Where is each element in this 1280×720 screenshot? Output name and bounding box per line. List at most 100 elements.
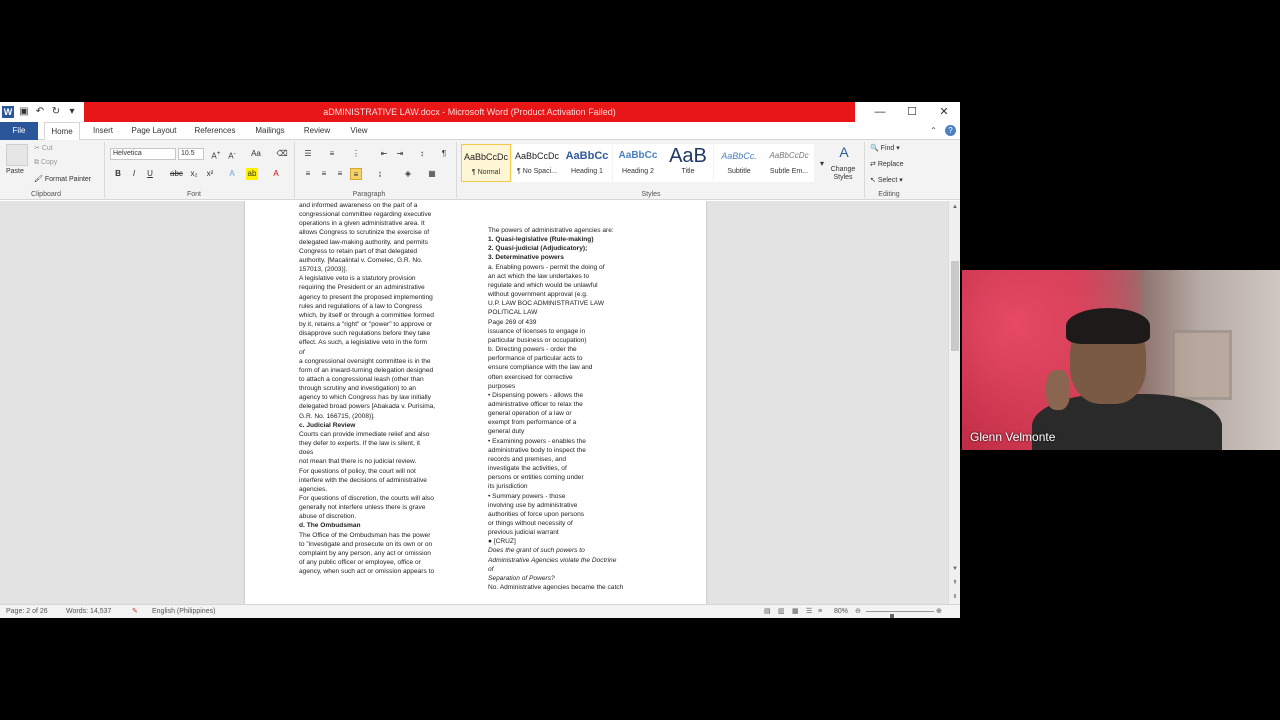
replace-button[interactable]: ⇄ Replace bbox=[870, 160, 904, 168]
font-name-dropdown[interactable]: Helvetica bbox=[110, 148, 176, 160]
change-case-icon[interactable]: Aa bbox=[250, 148, 262, 160]
increase-indent-icon[interactable]: ⇥ bbox=[394, 148, 406, 160]
document-line: of bbox=[488, 565, 494, 573]
bullets-icon[interactable]: ☰ bbox=[302, 148, 314, 160]
document-line: 157013, (2003)]. bbox=[299, 266, 348, 274]
document-line: c. Judicial Review bbox=[299, 421, 356, 429]
zoom-slider-thumb[interactable] bbox=[890, 614, 894, 618]
style-subtle-emphasis[interactable]: AaBbCcDc Subtle Em... bbox=[764, 144, 814, 182]
zoom-in-icon[interactable]: ⊕ bbox=[936, 605, 942, 618]
sort-icon[interactable]: ↕ bbox=[416, 148, 428, 160]
align-center-icon[interactable]: ≡ bbox=[318, 168, 330, 180]
zoom-out-icon[interactable]: ⊖ bbox=[855, 605, 861, 618]
document-area[interactable]: and informed awareness on the part of a c… bbox=[0, 201, 948, 604]
tab-view[interactable]: View bbox=[344, 122, 374, 140]
document-page[interactable]: and informed awareness on the part of a c… bbox=[245, 201, 706, 604]
web-layout-icon[interactable]: ▦ bbox=[792, 605, 799, 618]
style-no-spacing[interactable]: AaBbCcDc ¶ No Spaci... bbox=[512, 144, 562, 182]
tab-file[interactable]: File bbox=[0, 122, 38, 140]
font-size-dropdown[interactable]: 10.5 bbox=[178, 148, 204, 160]
cut-button[interactable]: ✂ Cut bbox=[34, 144, 53, 152]
style-heading-1[interactable]: AaBbCc Heading 1 bbox=[562, 144, 612, 182]
collapse-ribbon-icon[interactable]: ⌃ bbox=[928, 125, 939, 136]
minimize-button[interactable]: — bbox=[864, 102, 896, 122]
paste-icon[interactable] bbox=[6, 144, 28, 166]
underline-icon[interactable]: U bbox=[144, 168, 156, 180]
shading-icon[interactable]: ◈ bbox=[402, 168, 414, 180]
highlight-icon[interactable]: ab bbox=[246, 168, 258, 180]
tab-mailings[interactable]: Mailings bbox=[250, 122, 290, 140]
scroll-down-icon[interactable]: ▼ bbox=[951, 565, 959, 573]
scroll-thumb[interactable] bbox=[951, 261, 959, 351]
word-count[interactable]: Words: 14,537 bbox=[66, 605, 111, 618]
format-painter-button[interactable]: 🖌 Format Painter bbox=[34, 175, 91, 183]
style-name: Subtitle bbox=[727, 168, 751, 175]
decrease-indent-icon[interactable]: ⇤ bbox=[378, 148, 390, 160]
previous-page-icon[interactable]: ⇞ bbox=[951, 579, 959, 587]
show-formatting-icon[interactable]: ¶ bbox=[438, 148, 450, 160]
document-right-column: The powers of administrative agencies ar… bbox=[488, 226, 652, 592]
full-screen-reading-icon[interactable]: ▥ bbox=[778, 605, 785, 618]
style-subtitle[interactable]: AaBbCc. Subtitle bbox=[714, 144, 764, 182]
change-styles-button[interactable]: Change Styles bbox=[826, 166, 860, 182]
zoom-level[interactable]: 80% bbox=[834, 605, 848, 618]
outline-icon[interactable]: ☰ bbox=[806, 605, 812, 618]
style-heading-2[interactable]: AaBbCc Heading 2 bbox=[613, 144, 663, 182]
justify-icon[interactable]: ≡ bbox=[350, 168, 362, 180]
copy-label: Copy bbox=[40, 159, 58, 166]
participant-name: Glenn Velmonte bbox=[970, 430, 1056, 444]
vertical-scrollbar[interactable]: ▲ ▼ ⇞ ⇟ bbox=[948, 201, 960, 604]
bold-icon[interactable]: B bbox=[112, 168, 124, 180]
language-indicator[interactable]: English (Philippines) bbox=[152, 605, 215, 618]
tab-references[interactable]: References bbox=[190, 122, 240, 140]
tab-insert[interactable]: Insert bbox=[88, 122, 118, 140]
font-color-icon[interactable]: A bbox=[270, 168, 282, 180]
document-line: agency to present the proposed implement… bbox=[299, 293, 433, 301]
paste-button[interactable]: Paste bbox=[6, 168, 30, 175]
redo-icon[interactable]: ↻ bbox=[50, 106, 62, 118]
subscript-icon[interactable]: x₂ bbox=[188, 168, 200, 180]
video-tile[interactable]: Glenn Velmonte bbox=[962, 270, 1280, 450]
grow-font-icon[interactable]: A+ bbox=[210, 148, 222, 161]
participant-hand bbox=[1046, 370, 1070, 410]
clipboard-group-label: Clipboard bbox=[31, 191, 61, 198]
find-button[interactable]: 🔍 Find ▾ bbox=[870, 144, 900, 152]
close-button[interactable]: ✕ bbox=[928, 102, 960, 122]
italic-icon[interactable]: I bbox=[128, 168, 140, 180]
numbering-icon[interactable]: ≡ bbox=[326, 148, 338, 160]
line-spacing-icon[interactable]: ↨ bbox=[374, 168, 386, 180]
draft-icon[interactable]: ≡ bbox=[818, 605, 822, 618]
style-normal[interactable]: AaBbCcDc ¶ Normal bbox=[461, 144, 511, 182]
document-line: or things without necessity of bbox=[488, 520, 573, 527]
scroll-up-icon[interactable]: ▲ bbox=[951, 203, 959, 211]
select-button[interactable]: ↖ Select ▾ bbox=[870, 176, 903, 184]
strikethrough-icon[interactable]: abc bbox=[170, 168, 183, 180]
undo-icon[interactable]: ↶ bbox=[34, 106, 46, 118]
help-icon[interactable]: ? bbox=[945, 125, 956, 136]
customize-qat-icon[interactable]: ▾ bbox=[66, 106, 78, 118]
document-line: does bbox=[299, 449, 314, 457]
zoom-slider[interactable] bbox=[866, 611, 934, 618]
align-right-icon[interactable]: ≡ bbox=[334, 168, 346, 180]
page-indicator[interactable]: Page: 2 of 26 bbox=[6, 605, 48, 618]
clear-formatting-icon[interactable]: ⌫ bbox=[276, 148, 288, 160]
word-app-icon[interactable]: W bbox=[2, 106, 14, 118]
style-title[interactable]: AaB Title bbox=[663, 144, 713, 182]
shrink-font-icon[interactable]: A- bbox=[226, 148, 238, 161]
next-page-icon[interactable]: ⇟ bbox=[951, 593, 959, 601]
tab-review[interactable]: Review bbox=[300, 122, 334, 140]
maximize-button[interactable]: ☐ bbox=[896, 102, 928, 122]
print-layout-icon[interactable]: ▤ bbox=[764, 605, 771, 618]
borders-icon[interactable]: ▦ bbox=[426, 168, 438, 180]
save-icon[interactable]: ▣ bbox=[18, 106, 30, 118]
change-styles-icon[interactable]: A bbox=[836, 145, 852, 162]
copy-button[interactable]: ⧉ Copy bbox=[34, 159, 57, 167]
align-left-icon[interactable]: ≡ bbox=[302, 168, 314, 180]
tab-home[interactable]: Home bbox=[44, 122, 80, 141]
tab-page-layout[interactable]: Page Layout bbox=[128, 122, 180, 140]
proofing-icon[interactable]: ✎ bbox=[132, 605, 138, 618]
superscript-icon[interactable]: x² bbox=[204, 168, 216, 180]
style-preview: AaBbCcDc bbox=[769, 151, 809, 160]
multilevel-list-icon[interactable]: ⋮ bbox=[350, 148, 362, 160]
text-effects-icon[interactable]: A bbox=[226, 168, 238, 180]
